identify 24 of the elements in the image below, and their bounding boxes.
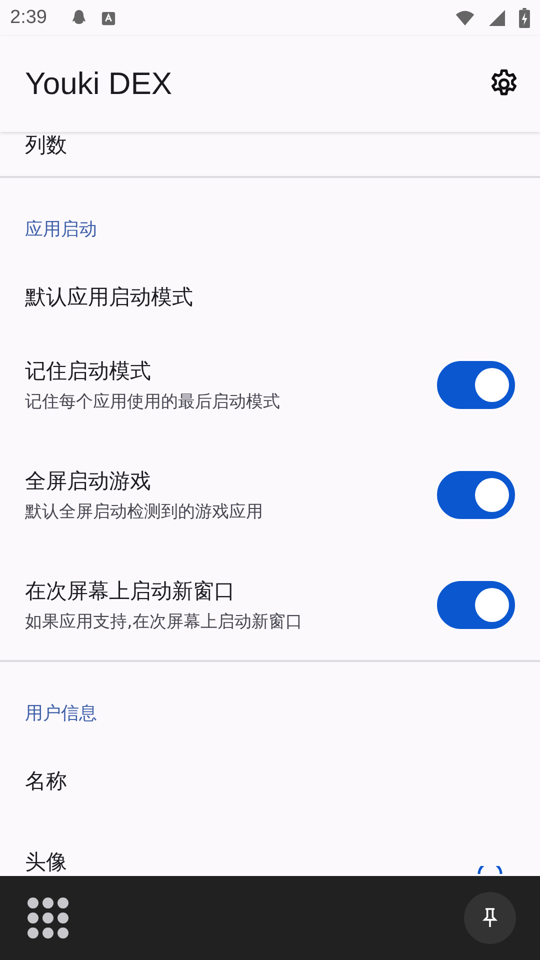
pin-icon [481,907,499,929]
setting-description: 如果应用支持,在次屏幕上启动新窗口 [25,610,304,632]
signal-icon [487,8,507,28]
status-time: 2:39 [10,7,47,29]
setting-title: 头像 [25,849,67,875]
setting-description: 默认全屏启动检测到的游戏应用 [25,500,264,522]
battery-icon [519,8,530,28]
setting-title: 列数 [25,132,67,158]
notification-icon [100,10,116,26]
setting-title: 名称 [25,768,67,794]
toggle-switch[interactable] [437,471,515,519]
toggle-switch[interactable] [437,361,515,409]
section-header: 应用启动 [25,219,97,241]
section-header: 用户信息 [25,703,97,725]
setting-title: 默认应用启动模式 [25,284,193,310]
toggle-switch[interactable] [437,581,515,629]
wifi-icon [455,8,475,28]
setting-description: 记住每个应用使用的最后启动模式 [25,390,281,412]
avatar-icon [477,866,503,874]
setting-title: 全屏启动游戏 [25,468,152,494]
app-title: Youki DEX [25,66,174,102]
app-grid-icon[interactable] [27,897,69,939]
setting-title: 在次屏幕上启动新窗口 [25,578,236,604]
setting-title: 记住启动模式 [25,358,152,384]
